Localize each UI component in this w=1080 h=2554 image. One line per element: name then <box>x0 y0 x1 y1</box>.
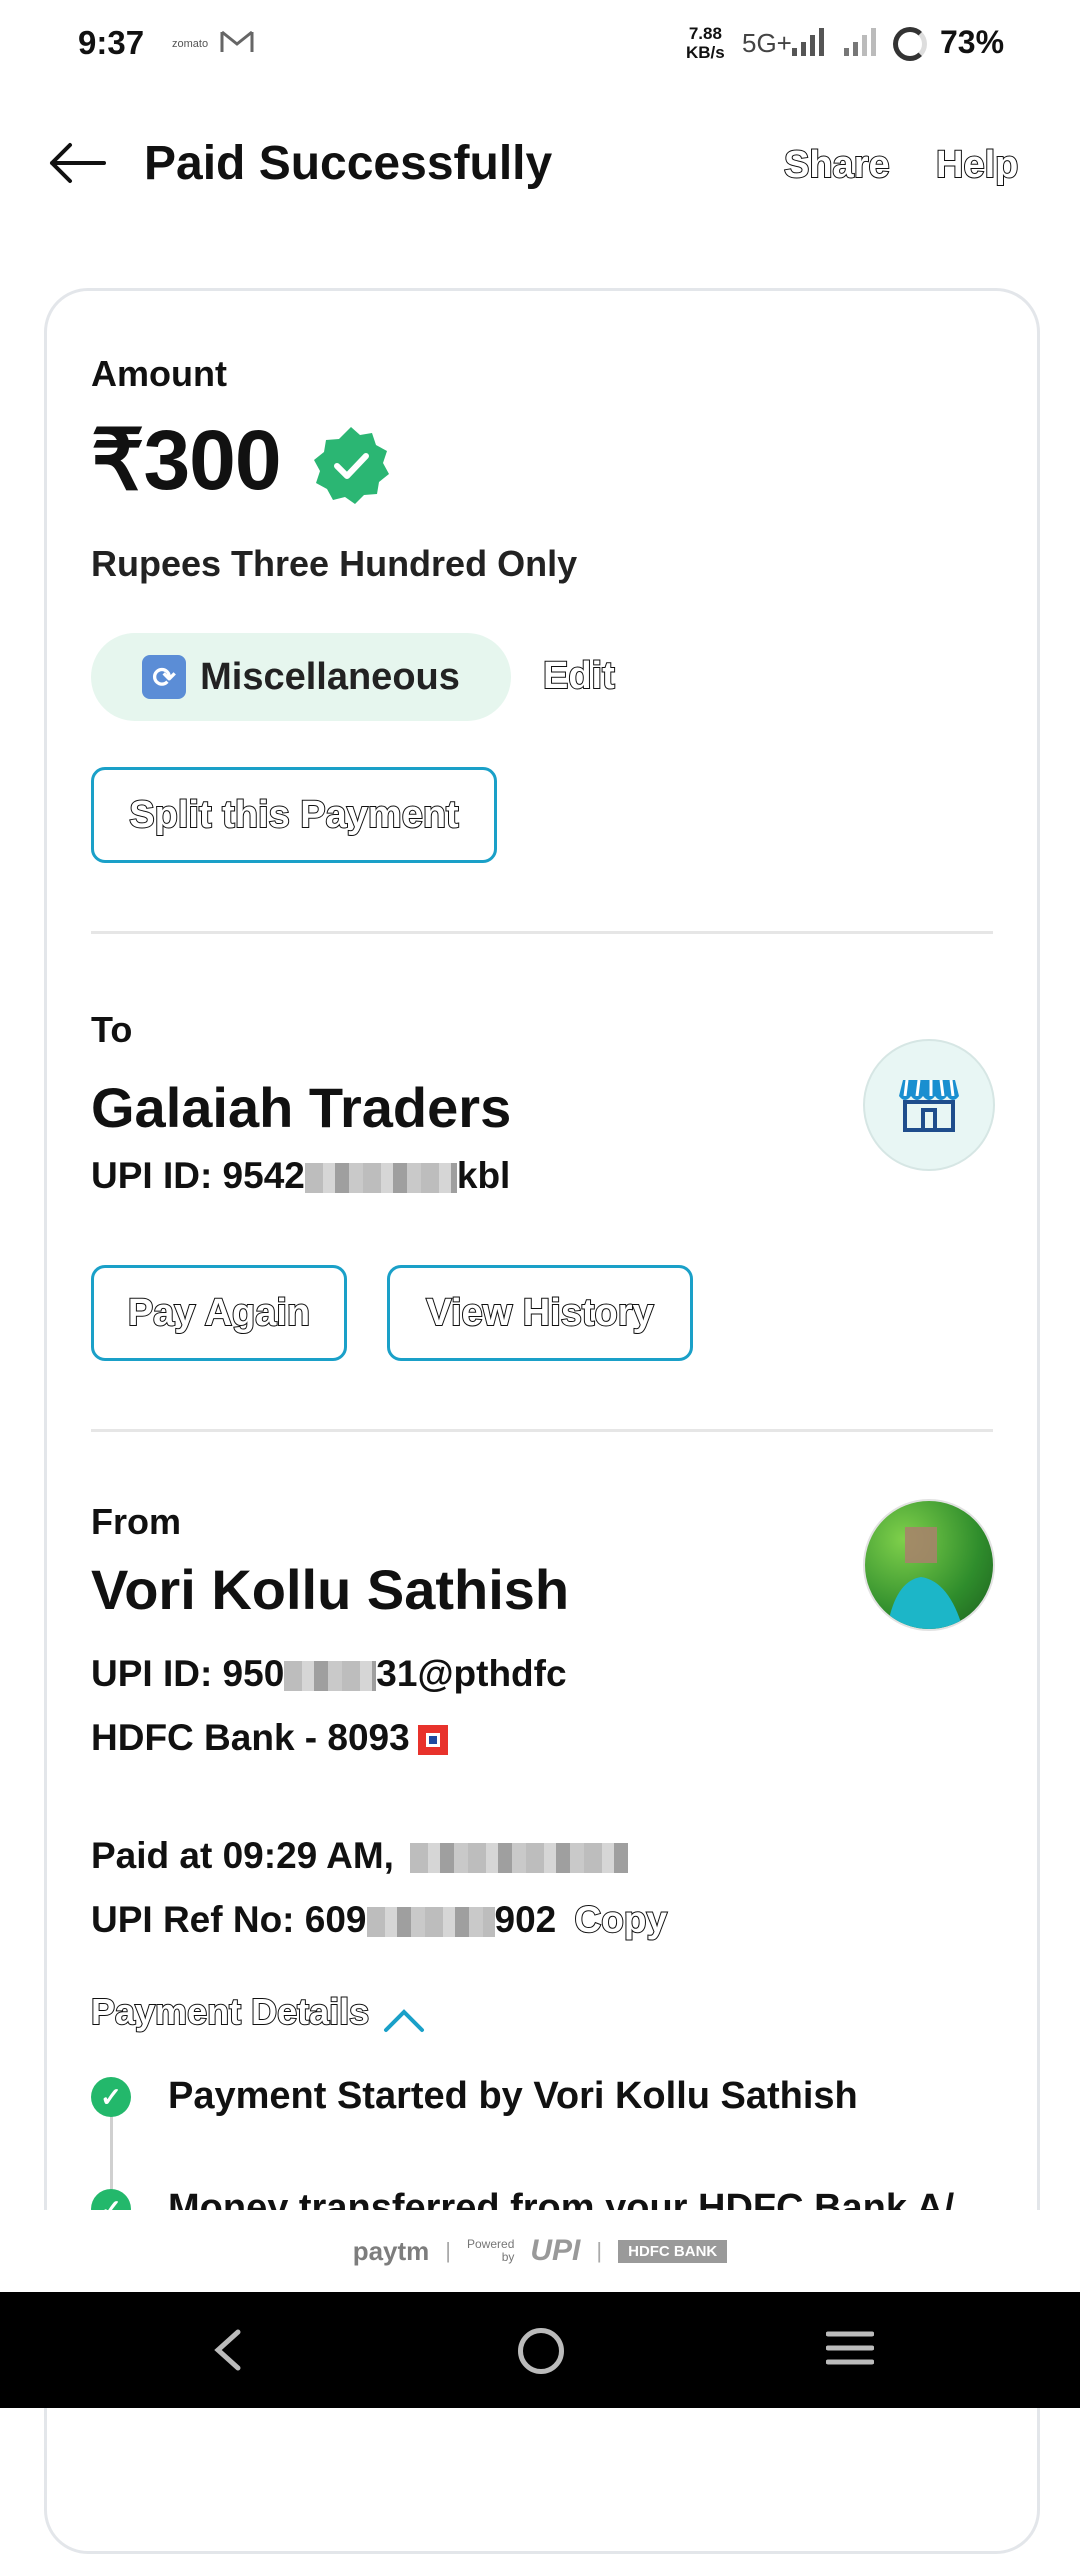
payer-upi-prefix: UPI ID: 950 <box>91 1653 285 1694</box>
chevron-up-icon <box>383 2008 424 2032</box>
category-label: Miscellaneous <box>200 655 460 698</box>
battery-icon <box>893 27 927 61</box>
footer-branding: paytm | Powered by UPI | HDFC BANK <box>0 2210 1080 2292</box>
payee-upi-prefix: UPI ID: 9542 <box>91 1155 305 1196</box>
net-speed-value: 7.88 <box>688 24 722 43</box>
paid-at-time: Paid at 09:29 AM, <box>91 1835 394 1876</box>
upi-ref-prefix: UPI Ref No: 609 <box>91 1899 367 1940</box>
network-type: 5G+ <box>742 28 792 58</box>
view-history-label: View History <box>425 1291 654 1335</box>
verified-badge-icon <box>314 427 389 504</box>
gmail-icon <box>220 30 254 52</box>
user-avatar <box>863 1499 995 1631</box>
net-speed: 7.88 KB/s <box>686 24 725 62</box>
redacted-block <box>410 1843 629 1874</box>
share-button[interactable]: Share <box>783 143 891 187</box>
upi-ref-suffix: 902 <box>494 1899 557 1940</box>
payment-details-label: Payment Details <box>90 1990 370 2033</box>
status-bar: 9:37 zomato 7.88 KB/s 5G+ 73% <box>0 0 1080 90</box>
user-photo <box>887 1527 963 1629</box>
category-tag[interactable]: ⟳ Miscellaneous <box>91 633 511 721</box>
redacted-block <box>284 1661 377 1692</box>
store-icon <box>899 1079 959 1132</box>
divider <box>91 931 993 934</box>
nav-back-icon[interactable] <box>212 2328 242 2372</box>
status-time: 9:37 <box>78 24 145 61</box>
signal-icon <box>792 28 824 56</box>
zomato-notification-icon: zomato <box>172 38 209 50</box>
redacted-block <box>366 1907 495 1938</box>
amount-label: Amount <box>91 353 227 394</box>
split-payment-label: Split this Payment <box>128 793 459 837</box>
view-history-button[interactable]: View History <box>387 1265 693 1361</box>
upi-ref: UPI Ref No: 609 902 Copy <box>91 1898 668 1941</box>
powered-by: Powered by <box>467 2238 514 2264</box>
payer-upi-id: UPI ID: 950 31@pthdfc <box>91 1653 567 1695</box>
header: Paid Successfully Share Help <box>0 110 1080 220</box>
pay-again-label: Pay Again <box>127 1291 311 1335</box>
paytm-logo: paytm <box>352 2235 430 2266</box>
battery-percent: 73% <box>940 24 1005 60</box>
signal-secondary-icon <box>844 28 876 56</box>
back-arrow-icon[interactable] <box>44 138 110 188</box>
payee-name: Galaiah Traders <box>91 1076 512 1139</box>
from-label: From <box>91 1501 181 1542</box>
payee-upi-id: UPI ID: 9542 kbl <box>91 1155 510 1197</box>
payee-upi-suffix: kbl <box>456 1155 511 1196</box>
pay-again-button[interactable]: Pay Again <box>91 1265 347 1361</box>
page-title: Paid Successfully <box>144 137 553 190</box>
payer-upi-suffix: 31@pthdfc <box>376 1653 567 1694</box>
powered-by-line1: Powered <box>467 2237 515 2251</box>
payer-name: Vori Kollu Sathish <box>91 1558 570 1621</box>
system-nav-bar <box>0 2292 1080 2408</box>
net-speed-unit: KB/s <box>686 43 725 62</box>
hdfc-logo-icon <box>417 1725 448 1756</box>
payer-bank-label: HDFC Bank - 8093 <box>91 1717 410 1758</box>
step-item: Payment Started by Vori Kollu Sathish <box>168 2075 858 2117</box>
hdfc-bank-badge: HDFC BANK <box>618 2239 728 2263</box>
payer-bank: HDFC Bank - 8093 <box>91 1717 448 1759</box>
nav-recents-icon[interactable] <box>826 2330 874 2366</box>
redacted-block <box>304 1163 457 1194</box>
store-avatar <box>863 1039 995 1171</box>
separator: | <box>596 2238 603 2263</box>
split-payment-button[interactable]: Split this Payment <box>91 767 497 863</box>
step-check-icon: ✓ <box>91 2077 131 2117</box>
separator: | <box>445 2238 451 2263</box>
amount-in-words: Rupees Three Hundred Only <box>91 543 578 584</box>
to-label: To <box>91 1009 133 1050</box>
amount-value: ₹300 <box>91 413 282 507</box>
edit-category-button[interactable]: Edit <box>542 654 616 698</box>
divider <box>91 1429 993 1432</box>
copy-ref-button[interactable]: Copy <box>574 1898 668 1941</box>
upi-logo: UPI <box>530 2234 581 2267</box>
nav-home-icon[interactable] <box>518 2328 564 2374</box>
refresh-icon: ⟳ <box>142 655 187 699</box>
payment-details-toggle[interactable]: Payment Details <box>90 1990 426 2034</box>
help-button[interactable]: Help <box>935 143 1019 187</box>
powered-by-line2: by <box>501 2250 515 2264</box>
paid-at: Paid at 09:29 AM, <box>91 1835 629 1877</box>
